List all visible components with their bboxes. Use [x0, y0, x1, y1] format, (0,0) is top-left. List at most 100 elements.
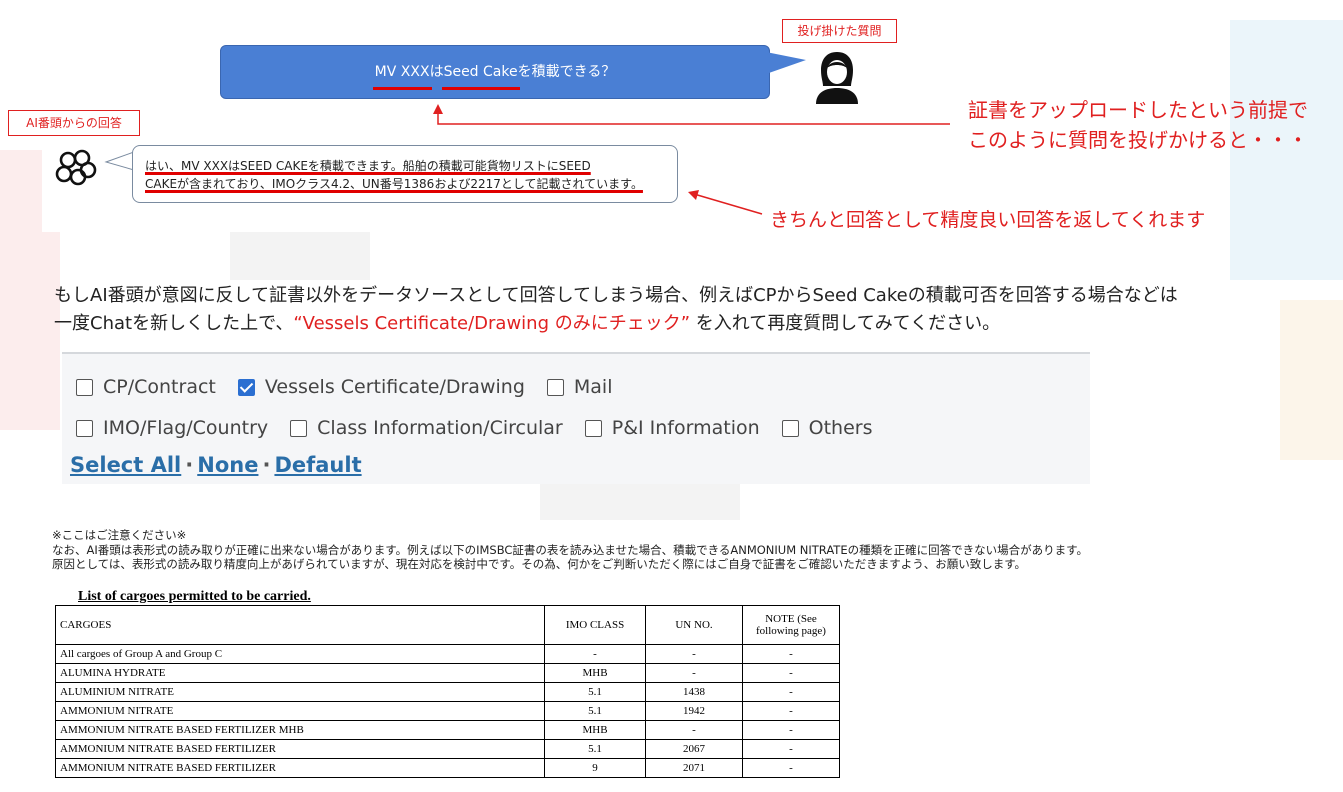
data-source-filter-panel: CP/Contract Vessels Certificate/Drawing …	[62, 352, 1090, 484]
upload-note: 証書をアップロードしたという前提で このように質問を投げかけると・・・	[968, 95, 1308, 155]
header-note: NOTE (See following page)	[742, 605, 840, 645]
instruction-line-2: 一度Chatを新しくした上で、“Vessels Certificate/Draw…	[54, 310, 1314, 338]
filter-row-2: IMO/Flag/Country Class Information/Circu…	[76, 417, 895, 439]
ai-answer-tag: AI番頭からの回答	[8, 110, 140, 136]
table-row: AMMONIUM NITRATE BASED FERTILIZER MHB MHB…	[55, 720, 840, 740]
cell-un-no: 1438	[645, 682, 743, 702]
cell-note: -	[742, 739, 840, 759]
cell-imo-class: 5.1	[544, 682, 646, 702]
link-separator: ·	[185, 453, 194, 477]
checkbox-label: Others	[808, 417, 873, 439]
upload-note-line-1: 証書をアップロードしたという前提で	[968, 98, 1308, 122]
checkbox-label: Vessels Certificate/Drawing	[264, 376, 525, 398]
user-avatar-icon	[816, 52, 858, 104]
caution-line-2: 原因としては、表形式の読み取り精度向上があげられていますが、現在対応を検討中です…	[52, 557, 1027, 571]
cell-cargo: ALUMINA HYDRATE	[55, 663, 545, 683]
checkbox-cp-contract[interactable]: CP/Contract	[76, 376, 216, 398]
cell-cargo: AMMONIUM NITRATE	[55, 701, 545, 721]
question-tag: 投げ掛けた質問	[782, 19, 897, 43]
cell-imo-class: MHB	[544, 720, 646, 740]
cell-cargo: AMMONIUM NITRATE BASED FERTILIZER	[55, 739, 545, 759]
checkbox-label: P&I Information	[611, 417, 760, 439]
cargo-table-title: List of cargoes permitted to be carried.	[78, 589, 311, 604]
cell-un-no: -	[645, 644, 743, 664]
cell-imo-class: 5.1	[544, 701, 646, 721]
none-link[interactable]: None	[197, 453, 258, 477]
checkbox-mail[interactable]: Mail	[546, 376, 613, 398]
instruction-paragraph: もしAI番頭が意図に反して証書以外をデータソースとして回答してしまう場合、例えば…	[54, 282, 1314, 338]
checkbox-imo-flag-country-box[interactable]	[76, 419, 93, 437]
table-row: AMMONIUM NITRATE 5.1 1942-	[55, 701, 840, 721]
cell-imo-class: -	[544, 644, 646, 664]
table-row: All cargoes of Group A and Group C---	[55, 644, 840, 664]
cell-un-no: -	[645, 720, 743, 740]
cell-imo-class: 5.1	[544, 739, 646, 759]
cell-imo-class: MHB	[544, 663, 646, 683]
checkbox-mail-box[interactable]	[546, 378, 564, 396]
checkbox-label: Mail	[573, 376, 613, 398]
filter-row-1: CP/Contract Vessels Certificate/Drawing …	[76, 376, 634, 398]
cell-un-no: 2071	[645, 758, 743, 778]
question-rest: を積載できる？	[517, 64, 616, 80]
checkbox-others-box[interactable]	[781, 419, 799, 437]
question-bubble: MV XXXはSeed Cakeを積載できる？	[220, 45, 770, 99]
cell-note: -	[742, 720, 840, 740]
instruction-line-1: もしAI番頭が意図に反して証書以外をデータソースとして回答してしまう場合、例えば…	[54, 285, 1178, 306]
checkbox-cp-contract-box[interactable]	[76, 378, 93, 396]
table-row: ALUMINIUM NITRATE 5.1 1438-	[55, 682, 840, 702]
brain-icon	[55, 149, 97, 186]
cell-note: -	[742, 644, 840, 664]
table-row: AMMONIUM NITRATE BASED FERTILIZER 9 2071-	[55, 758, 840, 778]
cell-cargo: ALUMINIUM NITRATE	[55, 682, 545, 702]
cell-un-no: 2067	[645, 739, 743, 759]
instruction-line-2-pre: 一度Chatを新しくした上で、	[54, 313, 294, 334]
upload-note-line-2: このように質問を投げかけると・・・	[968, 128, 1308, 152]
answer-line-2: CAKEが含まれており、IMOクラス4.2、UN番号1386および2217として…	[145, 177, 643, 191]
link-separator: ·	[262, 453, 271, 477]
cell-note: -	[742, 758, 840, 778]
cell-un-no: -	[645, 663, 743, 683]
checkbox-class-information[interactable]: Class Information/Circular	[290, 417, 563, 439]
cell-cargo: AMMONIUM NITRATE BASED FERTILIZER MHB	[55, 720, 545, 740]
cell-imo-class: 9	[544, 758, 646, 778]
checkbox-others[interactable]: Others	[781, 417, 873, 439]
checkbox-label: CP/Contract	[103, 376, 216, 398]
table-header-row: CARGOES IMO CLASS UN NO. NOTE (See follo…	[55, 605, 840, 645]
caution-line-1: なお、AI番頭は表形式の読み取りが正確に出来ない場合があります。例えば以下のIM…	[52, 542, 1088, 557]
cargo-table: CARGOES IMO CLASS UN NO. NOTE (See follo…	[55, 605, 840, 778]
answer-bubble-tail	[104, 151, 134, 171]
cell-cargo: All cargoes of Group A and Group C	[55, 644, 545, 664]
answer-bubble: はい、MV XXXはSEED CAKEを積載できます。船舶の積載可能貨物リストに…	[132, 145, 678, 203]
cell-un-no: 1942	[645, 701, 743, 721]
table-row: AMMONIUM NITRATE BASED FERTILIZER 5.1 2067…	[55, 739, 840, 759]
cell-cargo: AMMONIUM NITRATE BASED FERTILIZER	[55, 758, 545, 778]
question-vessel-name: MV XXX	[372, 46, 432, 98]
default-link[interactable]: Default	[274, 453, 361, 477]
checkbox-pi-information[interactable]: P&I Information	[584, 417, 760, 439]
question-particle: は	[429, 64, 444, 80]
cell-note: -	[742, 701, 840, 721]
checkbox-pi-information-box[interactable]	[584, 419, 602, 437]
caution-heading: ※ここはご注意ください※	[52, 528, 187, 542]
checkbox-vessels-certificate-box[interactable]	[237, 378, 255, 396]
checkbox-vessels-certificate[interactable]: Vessels Certificate/Drawing	[237, 376, 525, 398]
checkbox-class-information-box[interactable]	[290, 419, 308, 437]
table-row: ALUMINA HYDRATE MHB - -	[55, 663, 840, 683]
question-cargo-name: Seed Cake	[441, 46, 520, 98]
answer-line-1: はい、MV XXXはSEED CAKEを積載できます。船舶の積載可能貨物リストに…	[145, 159, 591, 173]
instruction-highlight: “Vessels Certificate/Drawing のみにチェック”	[293, 313, 691, 334]
header-un-no: UN NO.	[645, 605, 743, 645]
instruction-line-2-post: を入れて再度質問してみてください。	[690, 313, 1001, 334]
answer-note: きちんと回答として精度良い回答を返してくれます	[770, 209, 1206, 231]
checkbox-label: Class Information/Circular	[317, 417, 563, 439]
select-all-link[interactable]: Select All	[70, 453, 181, 477]
checkbox-label: IMO/Flag/Country	[103, 417, 269, 439]
checkbox-imo-flag-country[interactable]: IMO/Flag/Country	[76, 417, 268, 439]
header-cargoes: CARGOES	[55, 605, 545, 645]
header-imo-class: IMO CLASS	[544, 605, 646, 645]
selection-links: Select All · None · Default	[70, 453, 362, 477]
question-bubble-tail	[766, 52, 806, 74]
cell-note: -	[742, 663, 840, 683]
caution-note: ※ここはご注意ください※ なお、AI番頭は表形式の読み取りが正確に出来ない場合が…	[52, 528, 1332, 572]
cell-note: -	[742, 682, 840, 702]
